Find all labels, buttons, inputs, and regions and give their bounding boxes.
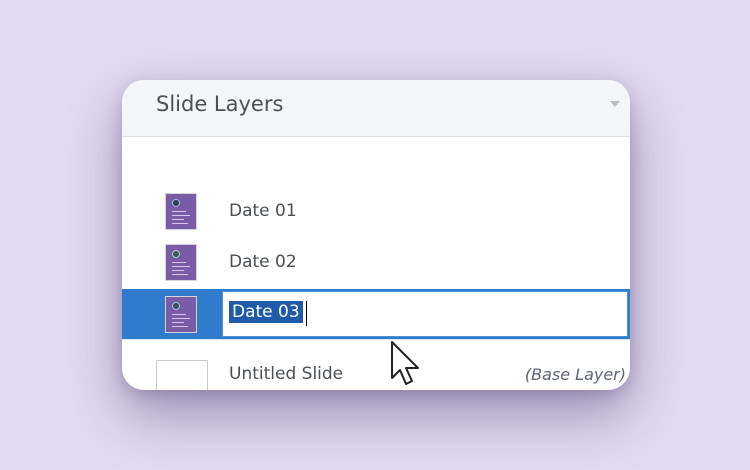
layer-row-date-01[interactable]: Date 01 — [122, 186, 630, 236]
selected-text: Date 03 — [229, 301, 303, 323]
slide-thumbnail-icon — [165, 193, 197, 230]
layer-name: Date 01 — [229, 201, 297, 221]
chevron-down-icon[interactable] — [610, 101, 620, 107]
layer-name: Date 02 — [229, 252, 297, 272]
divider — [122, 339, 630, 340]
slide-thumbnail-icon — [165, 244, 197, 281]
panel-header: Slide Layers — [122, 80, 630, 137]
layer-row-date-03[interactable]: Date 03 — [122, 289, 630, 339]
slide-layers-panel: Slide Layers Date 01 Date 02 Date 03 Unt… — [122, 80, 630, 390]
layer-rename-input[interactable]: Date 03 — [222, 291, 628, 337]
blank-slide-thumbnail-icon — [156, 360, 208, 390]
text-caret — [306, 301, 307, 326]
slide-thumbnail-icon — [165, 296, 197, 333]
panel-title: Slide Layers — [156, 92, 284, 116]
base-slide-name[interactable]: Untitled Slide — [229, 364, 343, 384]
base-layer-tag: (Base Layer) — [524, 365, 626, 384]
mouse-pointer-icon — [391, 341, 419, 385]
layer-row-date-02[interactable]: Date 02 — [122, 238, 630, 288]
